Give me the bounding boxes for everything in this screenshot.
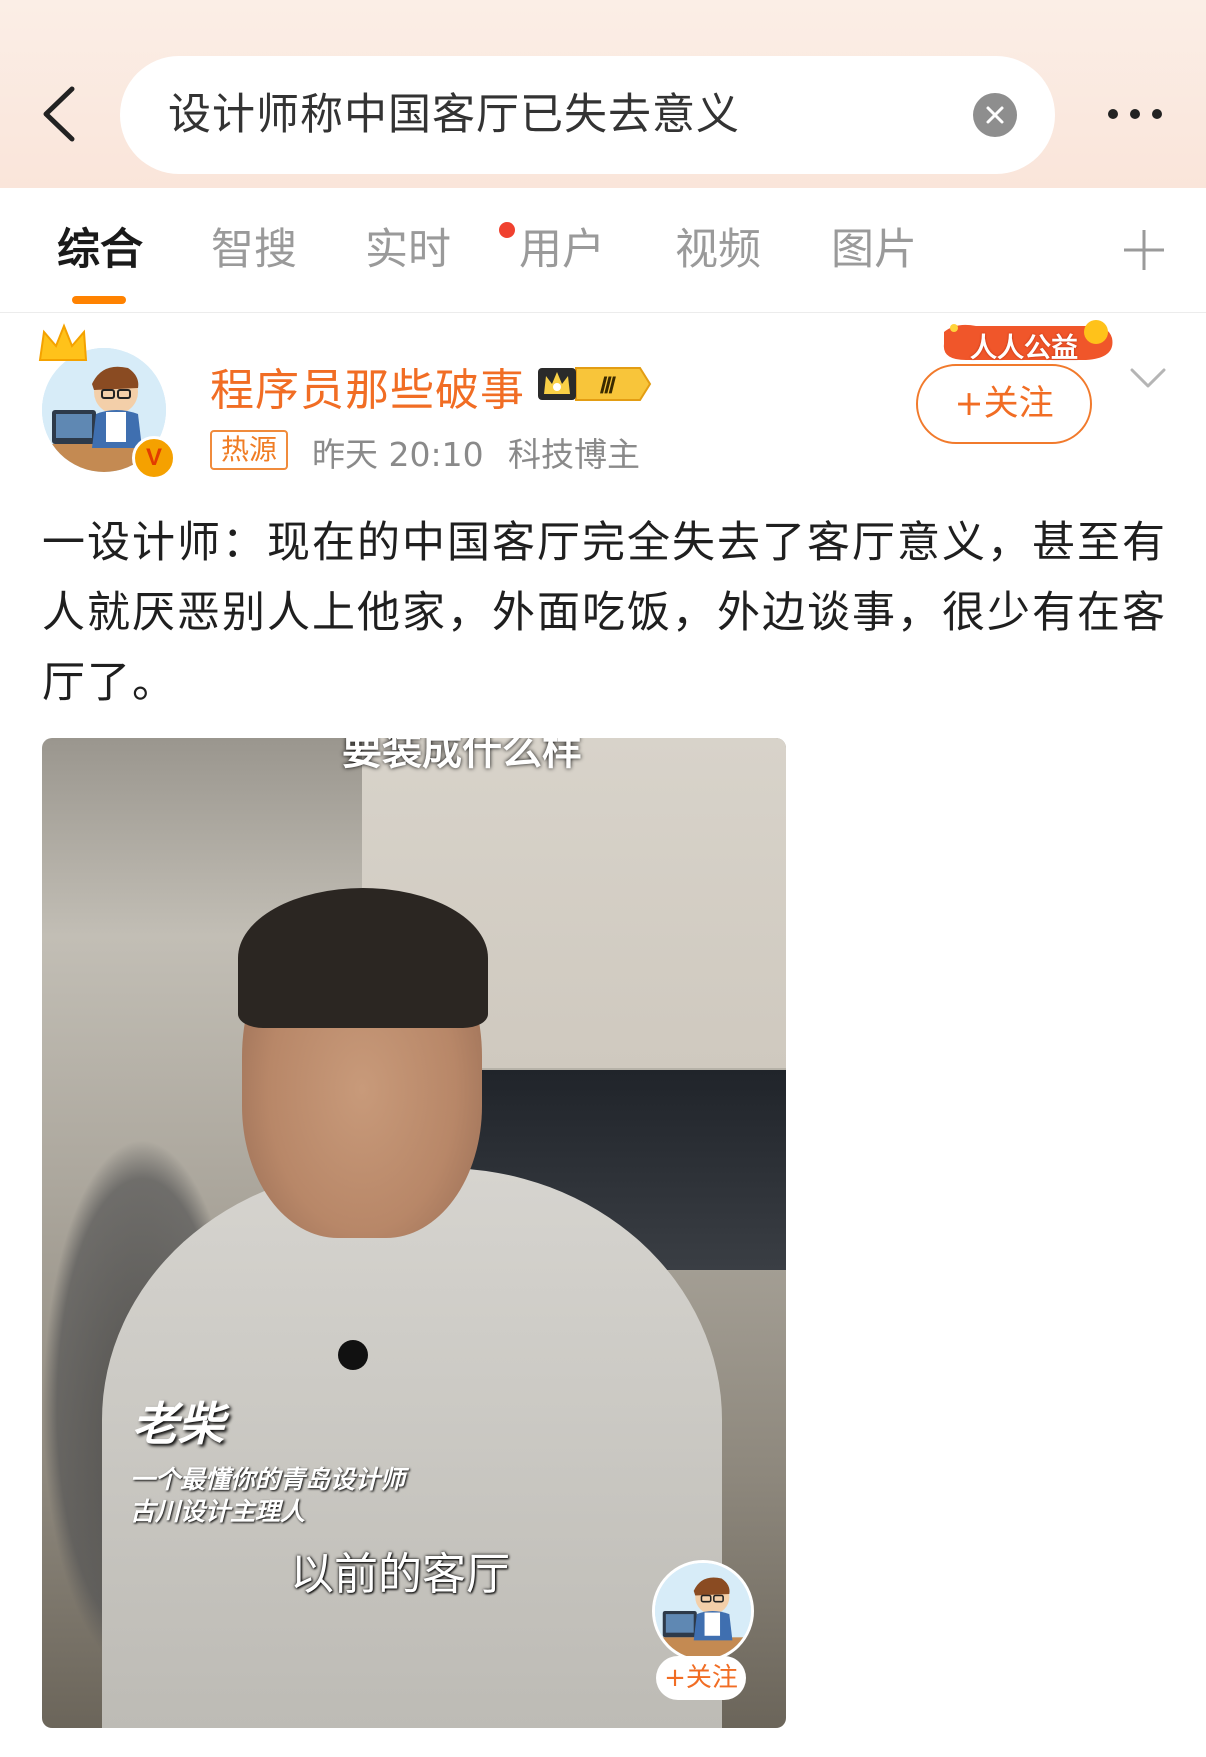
more-options-button[interactable] xyxy=(1090,92,1180,136)
more-dot-icon xyxy=(1130,109,1140,119)
tab-users[interactable]: 用户 xyxy=(512,188,612,312)
tab-video[interactable]: 视频 xyxy=(668,188,768,312)
author-category: 科技博主 xyxy=(508,435,640,474)
chevron-left-icon xyxy=(43,86,75,142)
back-button[interactable] xyxy=(28,78,88,150)
tab-realtime[interactable]: 实时 xyxy=(358,188,458,312)
video-person-hair xyxy=(238,888,488,1028)
tab-comprehensive[interactable]: 综合 xyxy=(50,188,150,312)
search-header: 设计师称中国客厅已失去意义 xyxy=(0,0,1206,188)
search-tabs: 综合 智搜 实时 用户 视频 图片 xyxy=(0,188,1206,313)
author-avatar[interactable]: V xyxy=(36,320,176,480)
video-author-avatar[interactable] xyxy=(652,1560,754,1662)
video-name-caption: 老柴 xyxy=(132,1397,224,1451)
hot-source-tag: 热源 xyxy=(210,430,289,470)
tab-images[interactable]: 图片 xyxy=(824,188,924,312)
post-content: 一设计师：现在的中国客厅完全失去了客厅意义，甚至有人就厌恶别人上他家，外面吃饭，… xyxy=(42,518,1167,708)
video-player[interactable]: 要装成什么样 老柴 一个最懂你的青岛设计师 古川设计主理人 以前的客厅 +关注 xyxy=(42,738,786,1728)
cartoon-programmer-icon xyxy=(655,1563,751,1659)
tab-smart-search[interactable]: 智搜 xyxy=(204,188,304,312)
realtime-notification-dot xyxy=(499,222,515,238)
crown-level-badge-icon: Ⅲ xyxy=(538,367,652,401)
lapel-mic xyxy=(338,1340,368,1370)
more-dot-icon xyxy=(1152,109,1162,119)
clear-search-button[interactable] xyxy=(973,93,1017,137)
crown-icon xyxy=(38,323,88,361)
search-query: 设计师称中国客厅已失去意义 xyxy=(168,90,740,140)
video-top-caption: 要装成什么样 xyxy=(342,738,582,774)
more-dot-icon xyxy=(1108,109,1118,119)
charity-label: 人人公益 xyxy=(970,333,1078,364)
add-tab-icon[interactable] xyxy=(1120,226,1168,274)
close-icon xyxy=(986,106,1004,124)
video-follow-button[interactable]: +关注 xyxy=(656,1656,746,1700)
video-subtitle: 以前的客厅 xyxy=(290,1549,510,1600)
follow-button[interactable]: +关注 xyxy=(916,364,1092,444)
post-time: 昨天 20:10 xyxy=(312,435,484,474)
verified-badge-icon: V xyxy=(132,436,176,480)
video-sub-caption-2: 古川设计主理人 xyxy=(130,1497,306,1526)
chevron-down-icon[interactable] xyxy=(1128,364,1168,392)
active-tab-indicator xyxy=(72,296,126,304)
search-input[interactable]: 设计师称中国客厅已失去意义 xyxy=(120,56,1055,174)
video-sub-caption-1: 一个最懂你的青岛设计师 xyxy=(130,1465,406,1494)
author-name[interactable]: 程序员那些破事 xyxy=(210,354,525,418)
